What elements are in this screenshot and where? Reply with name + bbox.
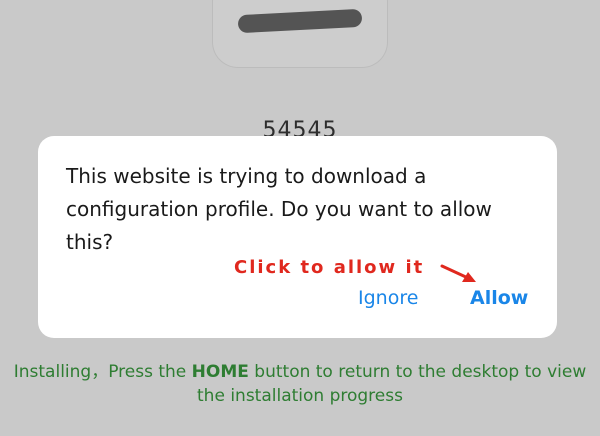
instructions-part1: Installing，Press the: [13, 362, 192, 382]
app-icon-card: [212, 0, 388, 68]
allow-button[interactable]: Allow: [470, 287, 528, 309]
dialog-message: This website is trying to download a con…: [66, 164, 492, 254]
ignore-button[interactable]: Ignore: [358, 287, 418, 309]
home-emphasis: HOME: [191, 362, 249, 382]
hint-arrow-icon: [440, 264, 476, 282]
installation-instructions: Installing，Press the HOME button to retu…: [0, 360, 600, 408]
instructions-part2: button to return to the desktop to view …: [197, 362, 587, 406]
redacted-app-name: [237, 8, 363, 34]
download-profile-dialog: This website is trying to download a con…: [38, 136, 557, 338]
click-hint-label: Click to allow it: [234, 257, 425, 278]
